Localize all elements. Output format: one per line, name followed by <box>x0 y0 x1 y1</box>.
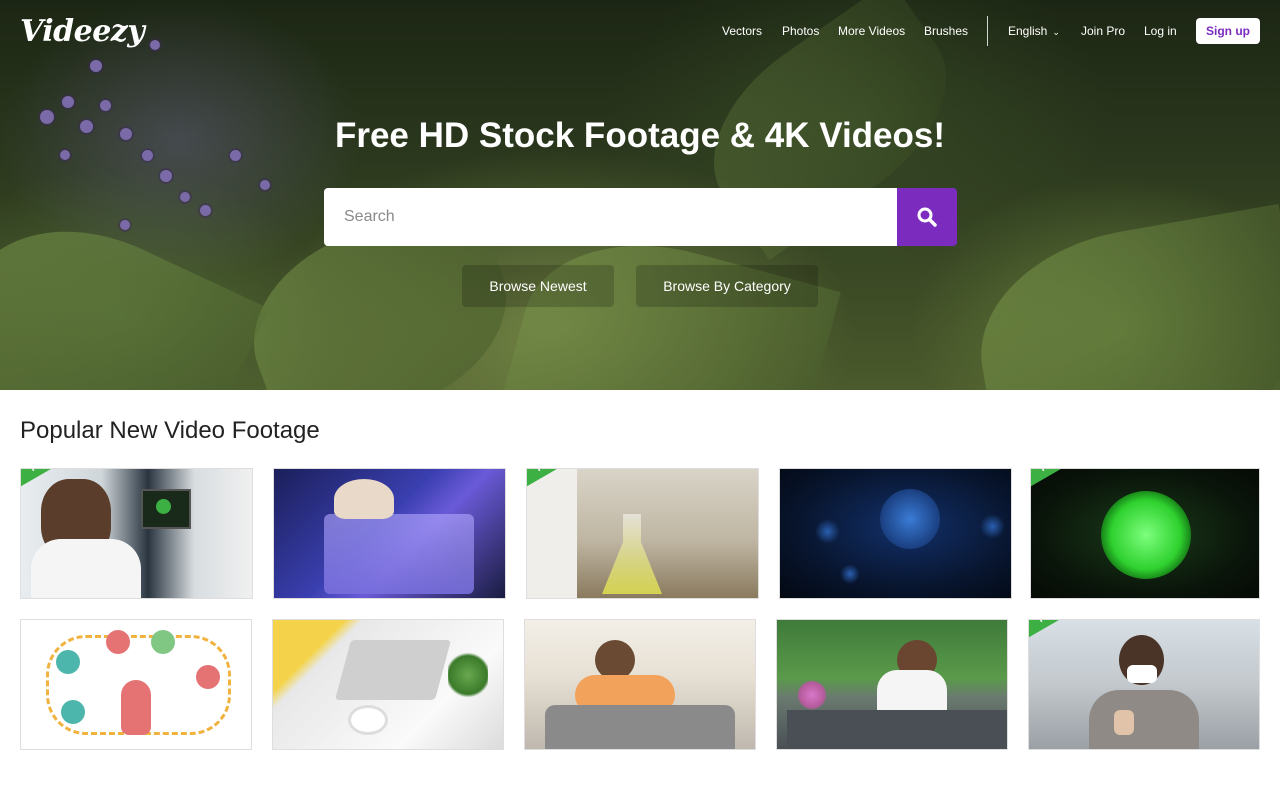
search-input[interactable] <box>324 188 897 246</box>
signup-button[interactable]: Sign up <box>1196 18 1260 44</box>
icon-circle-image <box>61 700 85 724</box>
thumb-up-image <box>1114 710 1134 735</box>
nav-more-videos[interactable]: More Videos <box>838 24 905 38</box>
video-thumbnail[interactable] <box>524 619 756 750</box>
test-tubes-image <box>324 514 474 594</box>
flower-decor <box>120 220 130 230</box>
flask-image <box>602 514 662 594</box>
flower-decor <box>260 180 270 190</box>
flowers-image <box>797 680 827 710</box>
laptop-image <box>334 640 452 700</box>
section-title: Popular New Video Footage <box>20 417 320 444</box>
video-thumbnail[interactable] <box>272 619 504 750</box>
video-thumbnail[interactable] <box>776 619 1008 750</box>
person-illustration <box>121 680 151 735</box>
top-nav: Vectors Photos More Videos Brushes Engli… <box>0 24 1280 40</box>
lab-coat-image <box>31 539 141 598</box>
flower-decor <box>200 205 211 216</box>
nav-vectors[interactable]: Vectors <box>722 24 762 38</box>
virus-image <box>815 519 840 544</box>
leaf-decor <box>0 190 270 390</box>
virus-image <box>840 564 860 584</box>
person-head-image <box>595 640 635 680</box>
video-thumbnail[interactable]: PRO <box>1028 619 1260 750</box>
table-image <box>787 710 1007 749</box>
pro-badge: PRO <box>1031 469 1107 493</box>
pro-badge: PRO <box>1029 620 1105 644</box>
video-thumbnail[interactable] <box>273 468 506 599</box>
login-link[interactable]: Log in <box>1144 24 1177 38</box>
sweater-image <box>1089 690 1199 749</box>
icon-circle-image <box>56 650 80 674</box>
flower-decor <box>100 100 111 111</box>
lab-coat-image <box>527 469 577 598</box>
virus-image <box>880 489 940 549</box>
nav-brushes[interactable]: Brushes <box>924 24 968 38</box>
language-label: English <box>1008 24 1048 38</box>
video-thumbnail[interactable]: PRO <box>20 468 253 599</box>
browse-category-button[interactable]: Browse By Category <box>636 265 818 307</box>
search-button[interactable] <box>897 188 957 246</box>
hero-headline: Free HD Stock Footage & 4K Videos! <box>334 116 946 155</box>
video-thumbnail[interactable]: PRO <box>526 468 759 599</box>
search-icon <box>917 207 937 227</box>
video-thumbnail[interactable] <box>20 619 252 750</box>
join-pro-link[interactable]: Join Pro <box>1081 24 1125 38</box>
flower-decor <box>150 40 160 50</box>
video-thumbnail[interactable] <box>779 468 1012 599</box>
green-cell-image <box>1101 491 1191 579</box>
chevron-down-icon: ⌄ <box>1052 27 1060 37</box>
nav-photos[interactable]: Photos <box>782 24 819 38</box>
virus-image <box>980 514 1005 539</box>
shirt-image <box>877 670 947 715</box>
language-selector[interactable]: English ⌄ <box>1008 24 1060 38</box>
cell-image <box>156 499 171 514</box>
coffee-cup-image <box>348 705 388 735</box>
nav-divider <box>987 16 988 46</box>
plant-image <box>448 650 488 700</box>
flower-decor <box>160 170 172 182</box>
icon-circle-image <box>196 665 220 689</box>
sofa-image <box>545 705 735 749</box>
glove-image <box>334 479 394 519</box>
face-mask-image <box>1127 665 1157 683</box>
video-thumbnail[interactable]: PRO <box>1030 468 1260 599</box>
flower-decor <box>62 96 74 108</box>
icon-circle-image <box>106 630 130 654</box>
browse-newest-button[interactable]: Browse Newest <box>462 265 614 307</box>
icon-circle-image <box>151 630 175 654</box>
leaf-decor <box>963 203 1280 390</box>
flower-decor <box>180 192 190 202</box>
flower-decor <box>90 60 102 72</box>
